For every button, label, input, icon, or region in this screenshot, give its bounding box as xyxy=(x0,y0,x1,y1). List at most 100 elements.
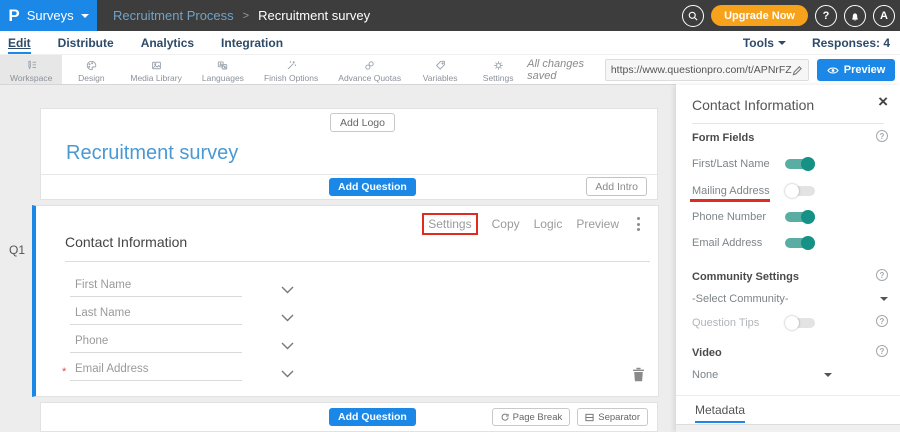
add-question-button-top[interactable]: Add Question xyxy=(329,178,416,196)
settings-icon xyxy=(492,59,505,72)
video-select[interactable]: None xyxy=(692,369,832,381)
toolbar-item-finish-options[interactable]: Finish Options xyxy=(254,55,328,85)
question-tips-label: Question Tips xyxy=(692,317,759,329)
responses-count[interactable]: Responses: 4 xyxy=(812,36,890,50)
video-select-value: None xyxy=(692,369,718,381)
nav-tabs: Edit Distribute Analytics Integration xyxy=(8,31,283,54)
field-underline xyxy=(70,380,242,381)
question-logic-action[interactable]: Logic xyxy=(534,217,563,231)
edit-pencil-icon[interactable] xyxy=(792,65,803,76)
question-title[interactable]: Contact Information xyxy=(65,234,187,250)
avatar[interactable]: A xyxy=(873,5,895,27)
chevron-down-icon xyxy=(281,314,294,322)
field-underline xyxy=(70,296,242,297)
field-options-button[interactable] xyxy=(281,365,294,383)
chevron-down-icon xyxy=(281,370,294,378)
tab-integration[interactable]: Integration xyxy=(221,31,283,54)
field-options-button[interactable] xyxy=(281,309,294,327)
field-label[interactable]: Email Address xyxy=(75,363,149,375)
chevron-down-icon xyxy=(81,14,89,18)
chevron-down-icon xyxy=(281,342,294,350)
question-settings-action[interactable]: Settings xyxy=(422,213,477,235)
field-label[interactable]: First Name xyxy=(75,279,131,291)
toolbar-item-workspace[interactable]: Workspace xyxy=(0,55,62,85)
page-break-icon xyxy=(500,413,509,422)
questionpro-logo-icon: P xyxy=(8,7,19,24)
help-icon[interactable]: ? xyxy=(876,269,888,281)
tab-analytics[interactable]: Analytics xyxy=(141,31,194,54)
toggle-question-tips[interactable] xyxy=(785,318,815,328)
field-options-button[interactable] xyxy=(281,337,294,355)
more-options-icon[interactable] xyxy=(633,215,644,233)
search-button[interactable] xyxy=(682,5,704,27)
chevron-down-icon xyxy=(880,297,888,301)
toolbar-item-languages[interactable]: Languages xyxy=(192,55,254,85)
preview-button[interactable]: Preview xyxy=(817,59,896,81)
toggle-knob xyxy=(785,184,799,198)
toggle-knob xyxy=(785,316,799,330)
help-icon[interactable]: ? xyxy=(876,130,888,142)
toolbar-item-variables[interactable]: Variables xyxy=(411,55,469,85)
breadcrumb-parent[interactable]: Recruitment Process xyxy=(113,8,234,23)
notifications-button[interactable] xyxy=(844,5,866,27)
page-break-button[interactable]: Page Break xyxy=(492,408,571,426)
metadata-divider xyxy=(676,395,900,396)
toggle-email-address[interactable] xyxy=(785,238,815,248)
survey-url-field[interactable]: https://www.questionpro.com/t/APNrFZ xyxy=(605,59,809,81)
toggle-label-first-last-name: First/Last Name xyxy=(692,158,770,170)
survey-canvas: Add Logo Recruitment survey Add Question… xyxy=(0,85,676,432)
toggle-knob xyxy=(801,236,815,250)
delete-question-button[interactable] xyxy=(632,367,645,387)
toggle-first-last-name[interactable] xyxy=(785,159,815,169)
add-logo-button[interactable]: Add Logo xyxy=(330,113,395,132)
field-options-button[interactable] xyxy=(281,281,294,299)
upgrade-now-button[interactable]: Upgrade Now xyxy=(711,5,808,26)
saved-status: All changes saved xyxy=(527,58,597,82)
toolbar-item-media-library[interactable]: Media Library xyxy=(120,55,192,85)
tab-distribute[interactable]: Distribute xyxy=(58,31,114,54)
design-icon xyxy=(85,59,98,72)
toolbar-item-design[interactable]: Design xyxy=(62,55,120,85)
toolbar-item-settings[interactable]: Settings xyxy=(469,55,527,85)
separator-button[interactable]: Separator xyxy=(577,408,648,426)
top-bar: P Surveys Recruitment Process > Recruitm… xyxy=(0,0,900,31)
field-label[interactable]: Phone xyxy=(75,335,108,347)
product-switcher[interactable]: P Surveys xyxy=(0,0,97,31)
help-button[interactable]: ? xyxy=(815,5,837,27)
community-select[interactable]: -Select Community- xyxy=(692,293,888,305)
toggle-phone-number[interactable] xyxy=(785,212,815,222)
tools-label: Tools xyxy=(743,36,774,50)
question-copy-action[interactable]: Copy xyxy=(492,217,520,231)
question-preview-action[interactable]: Preview xyxy=(576,217,619,231)
help-icon[interactable]: ? xyxy=(876,315,888,327)
toggle-label-email-address: Email Address xyxy=(692,237,762,249)
toggle-mailing-address[interactable] xyxy=(785,186,815,196)
toolbar-items: Workspace Design Media Library Languages… xyxy=(0,55,527,85)
survey-title[interactable]: Recruitment survey xyxy=(66,142,238,165)
chevron-down-icon xyxy=(778,41,786,45)
toolbar-item-label: Languages xyxy=(202,73,244,83)
tab-edit[interactable]: Edit xyxy=(8,31,31,54)
nav-row: Edit Distribute Analytics Integration To… xyxy=(0,31,900,55)
add-intro-button[interactable]: Add Intro xyxy=(586,177,647,196)
question-card: Settings Copy Logic Preview Contact Info… xyxy=(32,205,659,397)
finish-options-icon xyxy=(285,59,298,72)
app-window: P Surveys Recruitment Process > Recruitm… xyxy=(0,0,900,432)
toggle-label-phone-number: Phone Number xyxy=(692,211,766,223)
help-icon[interactable]: ? xyxy=(876,345,888,357)
field-label[interactable]: Last Name xyxy=(75,307,131,319)
tools-menu[interactable]: Tools xyxy=(743,36,786,50)
nav-right: Tools Responses: 4 xyxy=(743,36,892,50)
add-question-button-bottom[interactable]: Add Question xyxy=(329,408,416,426)
close-icon[interactable]: × xyxy=(878,93,888,110)
tab-metadata[interactable]: Metadata xyxy=(695,403,745,423)
search-icon xyxy=(687,10,699,22)
survey-header-card: Add Logo Recruitment survey Add Question… xyxy=(40,108,658,200)
annotation-red-underline xyxy=(690,199,770,202)
toolbar-item-label: Workspace xyxy=(10,73,52,83)
toolbar-item-advance-quotas[interactable]: Advance Quotas xyxy=(328,55,411,85)
metadata-strip xyxy=(676,424,900,432)
question-title-row: Contact Information xyxy=(65,234,650,262)
toolbar-item-label: Settings xyxy=(483,73,514,83)
field-row-email-address: * Email Address xyxy=(70,360,300,382)
